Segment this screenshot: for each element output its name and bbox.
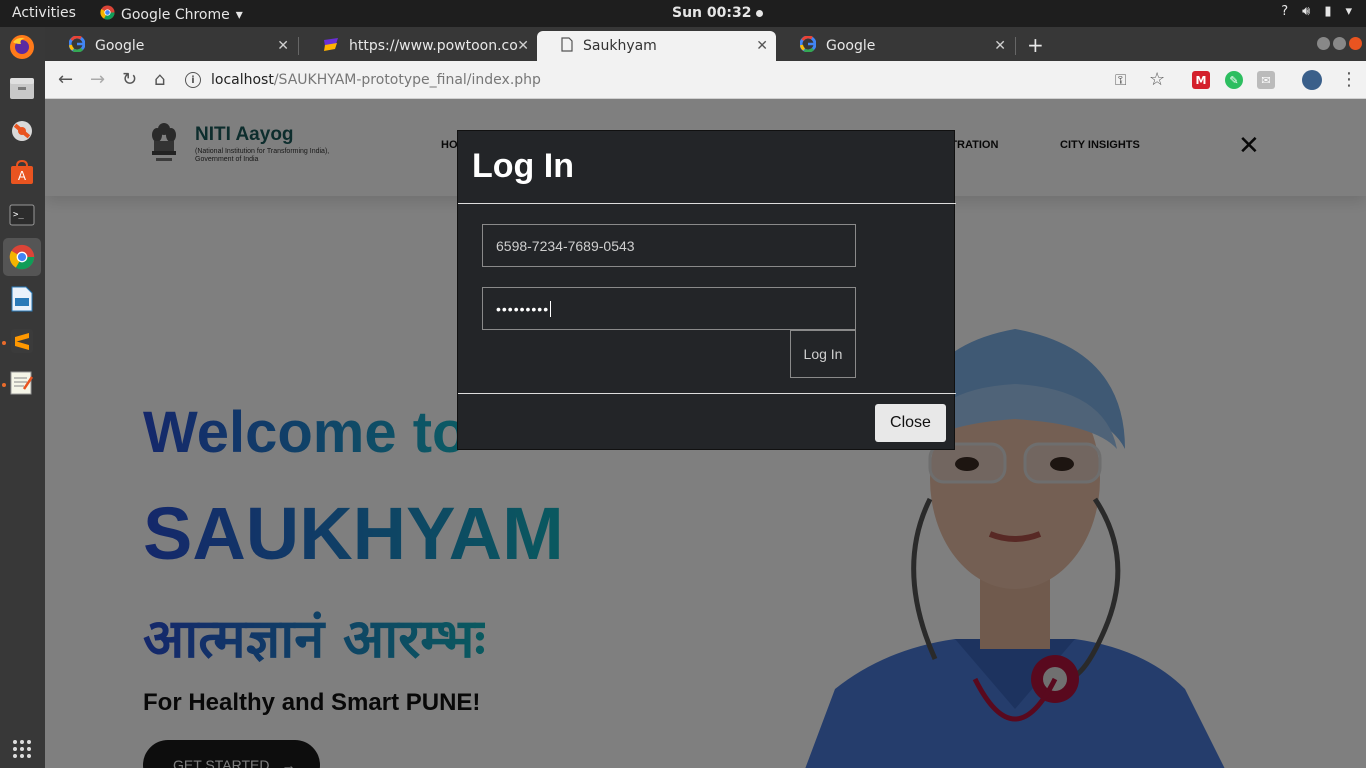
text-editor-icon[interactable] — [8, 369, 36, 397]
menu-icon[interactable]: ⋮ — [1340, 69, 1358, 90]
terminal-icon[interactable]: >_ — [8, 201, 36, 229]
bookmark-star-icon[interactable]: ☆ — [1149, 69, 1165, 90]
battery-icon[interactable]: ▮ — [1324, 4, 1331, 19]
close-window-button[interactable] — [1349, 37, 1362, 50]
reload-icon[interactable]: ↻ — [122, 69, 137, 90]
info-icon[interactable]: i — [185, 72, 201, 88]
app-menu[interactable]: Google Chrome ▾ — [100, 5, 243, 24]
sublime-icon[interactable] — [8, 327, 36, 355]
back-icon[interactable]: ← — [58, 69, 73, 90]
chrome-icon — [100, 5, 115, 24]
notification-dot — [756, 9, 764, 17]
tab-title: https://www.powtoon.co — [349, 38, 518, 54]
svg-text:>_: >_ — [13, 210, 24, 220]
app-menu-label: Google Chrome — [121, 6, 230, 23]
password-field[interactable]: ••••••••• — [482, 287, 856, 330]
page-icon — [561, 36, 573, 56]
address-bar[interactable]: i localhost/SAUKHYAM-prototype_final/ind… — [185, 66, 1085, 94]
tab-google-1[interactable]: Google ✕ — [45, 31, 297, 61]
close-tab-icon[interactable]: ✕ — [517, 38, 529, 54]
url-host: localhost — [211, 72, 274, 88]
powtoon-icon — [323, 36, 339, 56]
tab-title: Saukhyam — [583, 38, 657, 54]
url-path: /SAUKHYAM-prototype_final/index.php — [273, 72, 541, 88]
settings-icon[interactable] — [8, 117, 36, 145]
window-controls — [1317, 37, 1362, 50]
forward-icon[interactable]: → — [90, 69, 105, 90]
running-indicator — [2, 383, 6, 387]
maximize-button[interactable] — [1333, 37, 1346, 50]
clock[interactable]: Sun 00:32 — [672, 5, 764, 21]
dock: A >_ — [0, 27, 45, 768]
tab-title: Google — [826, 38, 876, 54]
new-tab-button[interactable]: + — [1027, 33, 1044, 57]
firefox-icon[interactable] — [8, 33, 36, 61]
files-icon[interactable] — [8, 75, 36, 103]
mcafee-extension-icon[interactable]: M — [1192, 71, 1210, 89]
browser-toolbar: ← → ↻ ⌂ i localhost/SAUKHYAM-prototype_f… — [45, 61, 1366, 99]
home-icon[interactable]: ⌂ — [154, 69, 165, 90]
evernote-extension-icon[interactable]: ✎ — [1225, 71, 1243, 89]
svg-text:A: A — [18, 169, 27, 183]
minimize-button[interactable] — [1317, 37, 1330, 50]
extension-icon[interactable]: ✉ — [1257, 71, 1275, 89]
system-top-bar: Activities Google Chrome ▾ Sun 00:32 ? 🔊… — [0, 0, 1366, 27]
divider — [458, 203, 956, 204]
modal-title: Log In — [472, 147, 574, 185]
google-icon — [799, 35, 817, 56]
activities-button[interactable]: Activities — [12, 5, 76, 21]
chevron-down-icon: ▾ — [235, 6, 243, 23]
key-icon[interactable]: ⚿ — [1115, 71, 1126, 89]
login-button[interactable]: Log In — [790, 330, 856, 378]
help-icon[interactable]: ? — [1281, 4, 1288, 19]
login-modal: Log In 6598-7234-7689-0543 ••••••••• Log… — [457, 130, 956, 450]
username-value: 6598-7234-7689-0543 — [496, 237, 635, 254]
chrome-icon[interactable] — [3, 238, 41, 276]
tab-separator — [1015, 37, 1016, 55]
web-page: NITI Aayog (National Institution for Tra… — [45, 99, 1366, 768]
writer-icon[interactable] — [8, 285, 36, 313]
divider — [458, 393, 956, 394]
tab-title: Google — [95, 38, 145, 54]
show-applications-icon[interactable] — [8, 735, 36, 763]
running-indicator — [2, 341, 6, 345]
power-menu-icon[interactable]: ▾ — [1345, 4, 1352, 19]
close-tab-icon[interactable]: ✕ — [994, 38, 1006, 54]
username-field[interactable]: 6598-7234-7689-0543 — [482, 224, 856, 267]
close-tab-icon[interactable]: ✕ — [756, 38, 768, 54]
close-button[interactable]: Close — [875, 404, 946, 442]
close-tab-icon[interactable]: ✕ — [277, 38, 289, 54]
clock-label: Sun 00:32 — [672, 5, 752, 21]
tab-saukhyam[interactable]: Saukhyam ✕ — [537, 31, 776, 61]
software-center-icon[interactable]: A — [8, 159, 36, 187]
volume-icon[interactable]: 🔊︎ — [1302, 4, 1310, 19]
tab-google-2[interactable]: Google ✕ — [776, 31, 1014, 61]
tab-strip: Google ✕ https://www.powtoon.co ✕ Saukhy… — [45, 27, 1366, 61]
profile-avatar[interactable] — [1302, 70, 1322, 90]
google-icon — [68, 35, 86, 56]
text-caret — [550, 300, 552, 317]
tab-powtoon[interactable]: https://www.powtoon.co ✕ — [299, 31, 537, 61]
system-tray[interactable]: ? 🔊︎ ▮ ▾ — [1281, 4, 1352, 19]
password-value: ••••••••• — [496, 300, 550, 317]
